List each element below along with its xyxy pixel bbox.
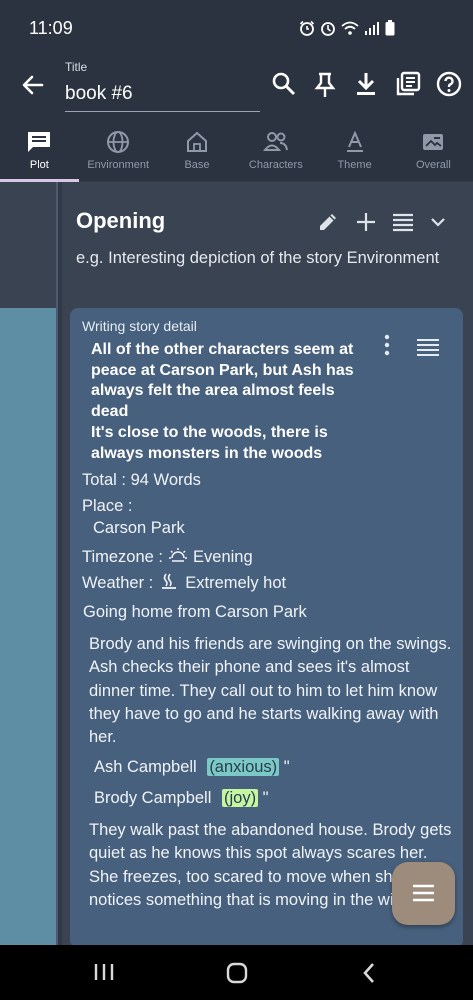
story-detail: All of the other characters seem at peac… [91, 341, 354, 462]
status-time: 11:09 [29, 18, 73, 38]
left-strip [0, 182, 58, 308]
dialog-character: Ash Campbell [94, 758, 197, 776]
section-description: e.g. Interesting depiction of the story … [76, 249, 440, 267]
tab-label: Characters [248, 159, 303, 171]
place-value: Carson Park [93, 519, 185, 537]
menu-fab[interactable] [392, 862, 455, 925]
battery-icon [385, 20, 395, 41]
edit-icon[interactable] [316, 210, 340, 239]
alarm-icon [299, 20, 315, 41]
tab-theme[interactable]: Theme [315, 122, 394, 181]
dialog-quote: " [262, 789, 269, 807]
weather-value: Extremely hot [185, 574, 287, 592]
place-label: Place : [82, 497, 133, 515]
moon-icon [80, 17, 94, 38]
help-icon[interactable] [435, 70, 463, 98]
download-icon[interactable] [352, 70, 380, 98]
dialog-quote: " [283, 758, 290, 776]
back-arrow-icon[interactable] [18, 70, 48, 100]
status-bar: 11:09 [0, 0, 473, 58]
text-icon [346, 130, 363, 152]
timezone-label: Timezone : [82, 548, 164, 566]
list-icon[interactable] [392, 212, 414, 237]
tab-plot[interactable]: Plot [0, 122, 79, 181]
tab-label: Base [184, 159, 210, 171]
chevron-down-icon[interactable] [429, 213, 447, 236]
tab-overall[interactable]: Overall [394, 122, 473, 181]
alarm-clock-icon [320, 20, 336, 41]
tab-characters[interactable]: Characters [236, 122, 315, 181]
wifi-icon [341, 21, 359, 40]
weather-label: Weather : [82, 574, 154, 592]
back-nav-icon[interactable] [361, 962, 377, 989]
tab-environment[interactable]: Environment [79, 122, 158, 181]
add-icon[interactable] [355, 211, 377, 238]
sun-icon [168, 546, 188, 569]
card-label: Writing story detail [82, 318, 197, 334]
tab-bar: Plot Environment Base Characters Theme O… [0, 122, 473, 181]
emotion-badge: (anxious) [207, 758, 280, 776]
timezone-row: Timezone : Evening [82, 546, 253, 569]
chat-icon [28, 132, 51, 152]
section-title: Opening [76, 208, 166, 233]
timezone-value: Evening [193, 548, 253, 566]
tab-label: Environment [87, 159, 150, 171]
pin-icon[interactable] [311, 70, 339, 98]
section-actions [316, 210, 447, 239]
globe-icon [107, 131, 130, 153]
weather-row: Weather : Extremely hot [82, 572, 286, 595]
tab-label: Overall [415, 159, 451, 171]
app-bar: Title [0, 58, 473, 122]
dialog-line: Brody Campbell (joy) " [94, 789, 269, 808]
left-accent-strip [0, 308, 58, 945]
scene-paragraph: Brody and his friends are swinging on th… [89, 635, 452, 747]
tab-base[interactable]: Base [158, 122, 237, 181]
system-nav-bar [0, 945, 473, 1000]
home-nav-icon[interactable] [226, 962, 248, 989]
tab-label: Plot [29, 159, 49, 171]
people-icon [262, 132, 288, 151]
signal-icon [364, 21, 380, 40]
word-total: Total : 94 Words [82, 471, 201, 489]
status-icons [299, 20, 395, 41]
hot-icon [158, 572, 180, 595]
more-vert-icon[interactable] [383, 334, 391, 356]
emotion-badge: (joy) [221, 789, 259, 807]
tab-label: Theme [337, 159, 372, 171]
search-icon[interactable] [270, 70, 298, 98]
scene-title: Going home from Carson Park [83, 603, 307, 621]
dialog-character: Brody Campbell [94, 789, 212, 807]
main-content: Opening e.g. Interesting depiction of th… [62, 182, 473, 948]
title-input[interactable] [65, 76, 260, 112]
image-icon [423, 134, 444, 150]
title-label: Title [65, 60, 88, 74]
library-icon[interactable] [394, 70, 422, 98]
reorder-icon[interactable] [416, 338, 440, 356]
story-card[interactable]: Writing story detail All of the other ch… [70, 308, 463, 948]
menu-icon [413, 884, 434, 902]
recent-apps-icon[interactable] [93, 962, 115, 987]
dialog-line: Ash Campbell (anxious) " [94, 758, 290, 777]
home-icon [186, 131, 207, 152]
